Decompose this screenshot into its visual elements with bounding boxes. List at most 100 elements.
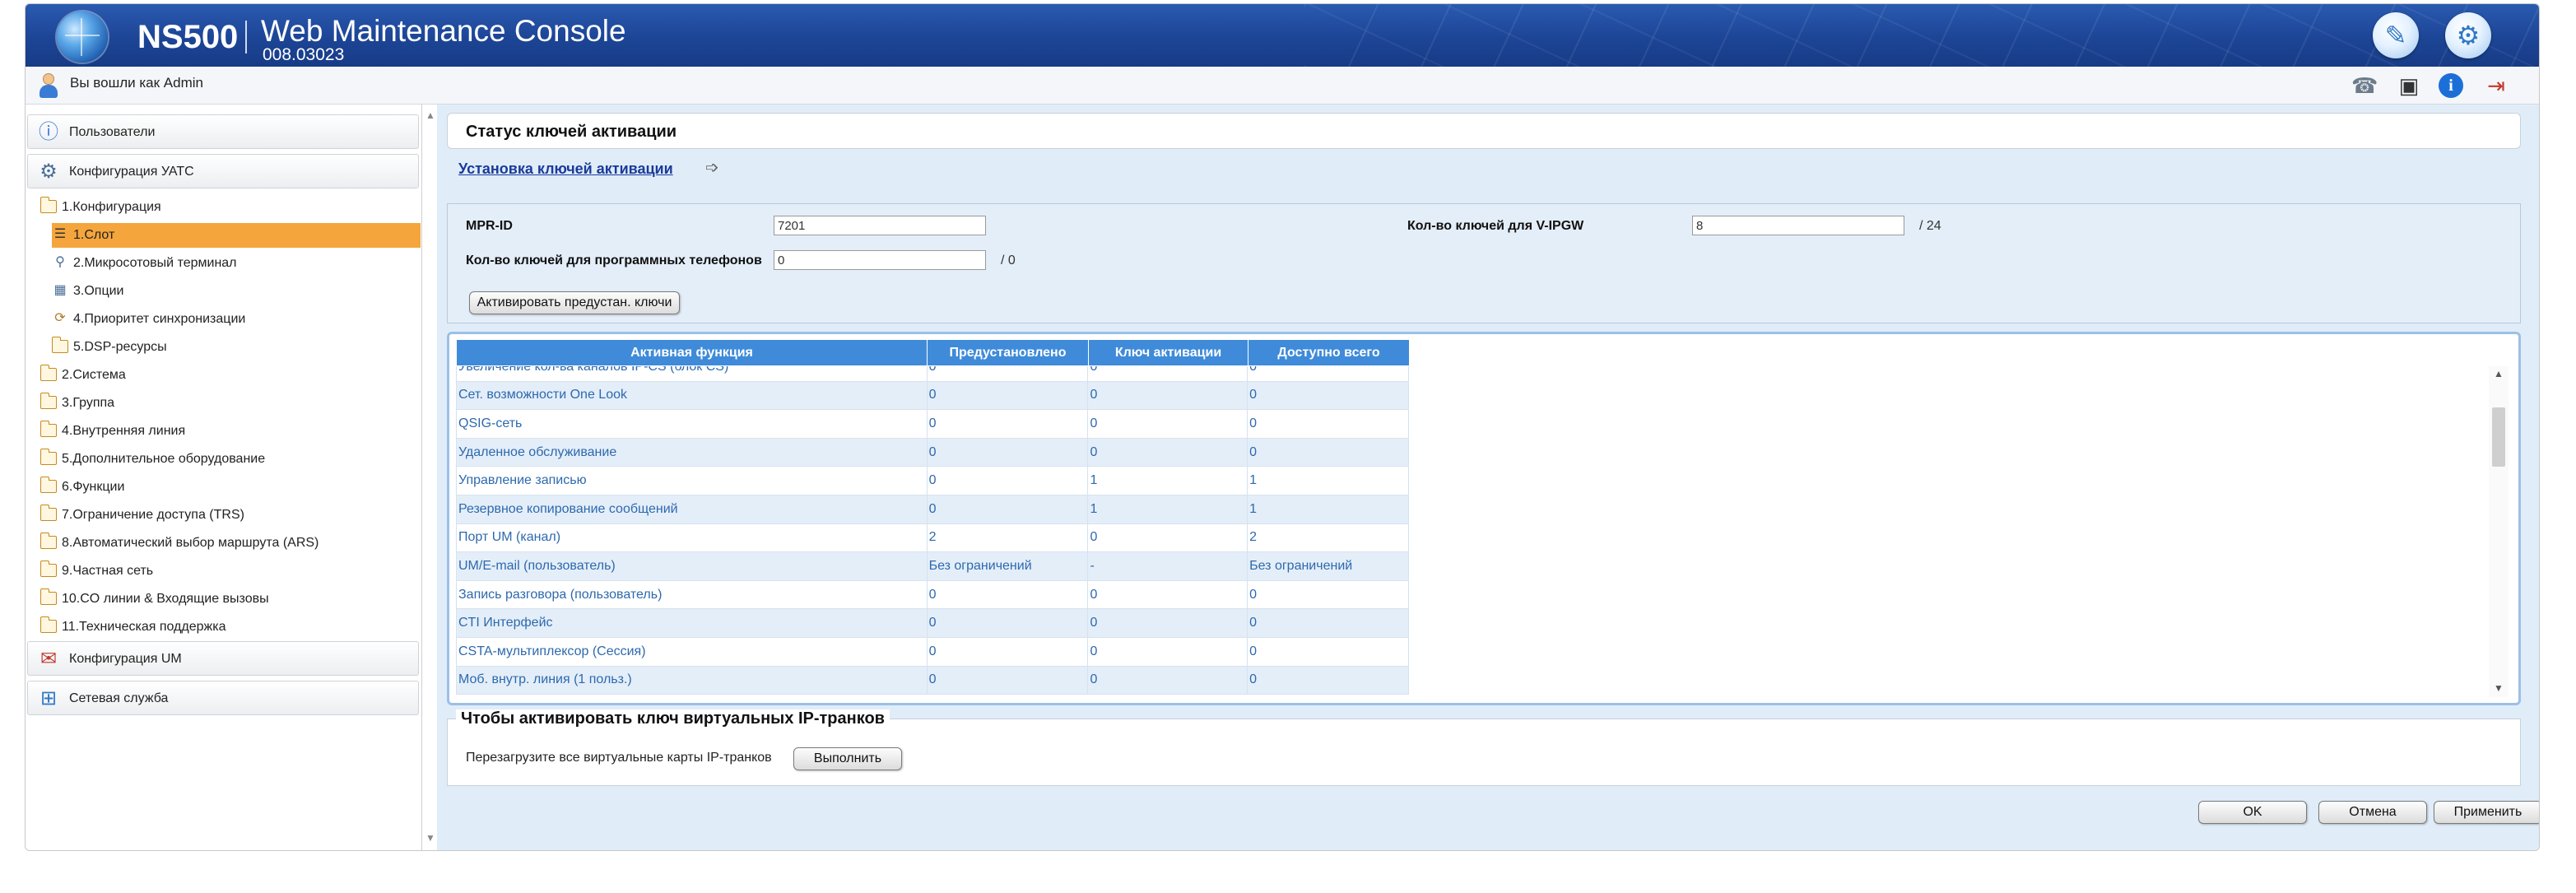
table-cell: 0 bbox=[1087, 665, 1248, 695]
table-row[interactable]: Сет. возможности One Look 0 0 0 bbox=[456, 380, 1409, 411]
folder-icon bbox=[40, 616, 57, 633]
sidebar-section-pbx-config[interactable]: ⚙ Конфигурация УАТС bbox=[27, 154, 419, 188]
tree-item-label: 4.Внутренняя линия bbox=[62, 424, 186, 438]
logout-icon[interactable]: ⇥ bbox=[2483, 72, 2509, 99]
install-keys-link[interactable]: Установка ключей активации bbox=[458, 160, 673, 178]
tree-item-system[interactable]: 2.Система bbox=[40, 363, 411, 388]
sidebar-section-users[interactable]: ⓘ Пользователи bbox=[27, 114, 419, 149]
arrow-right-icon[interactable]: ➩ bbox=[705, 157, 719, 178]
sidebar-section-label: Пользователи bbox=[69, 125, 156, 139]
cancel-button[interactable]: Отмена bbox=[2318, 801, 2427, 824]
table-cell: 0 bbox=[1087, 409, 1248, 439]
softphone-keys-field[interactable] bbox=[774, 250, 986, 270]
folder-icon bbox=[40, 421, 57, 437]
tree-item-optional-device[interactable]: 5.Дополнительное оборудование bbox=[40, 447, 411, 472]
virtual-ip-trunk-legend: Чтобы активировать ключ виртуальных IP-т… bbox=[456, 709, 890, 728]
console-title: Web Maintenance Console bbox=[261, 14, 626, 48]
phone-icon[interactable]: ☎ bbox=[2351, 72, 2378, 99]
table-row[interactable]: Удаленное обслуживание 0 0 0 bbox=[456, 437, 1409, 467]
tree-item-sync-priority[interactable]: ⟳ 4.Приоритет синхронизации bbox=[52, 307, 414, 332]
table-cell: 0 bbox=[1247, 636, 1409, 667]
table-row[interactable]: Управление записью 0 1 1 bbox=[456, 466, 1409, 495]
info-icon[interactable]: i bbox=[2439, 73, 2463, 98]
table-row[interactable]: QSIG-сеть 0 0 0 bbox=[456, 409, 1409, 439]
table-cell: 0 bbox=[1087, 636, 1248, 667]
table-row[interactable]: Запись разговора (пользователь) 0 0 0 bbox=[456, 579, 1409, 610]
tree-item-slot[interactable]: ☰ 1.Слот bbox=[52, 223, 421, 248]
tree-item-co-lines[interactable]: 10.CO линии & Входящие вызовы bbox=[40, 587, 411, 612]
scrollbar-thumb[interactable] bbox=[2492, 407, 2505, 467]
scroll-up-icon[interactable]: ▲ bbox=[2494, 368, 2504, 379]
table-cell: Удаленное обслуживание bbox=[456, 437, 928, 467]
tree-item-microcell[interactable]: ⚲ 2.Микросотовый терминал bbox=[52, 251, 414, 276]
vipgw-keys-field[interactable] bbox=[1692, 216, 1904, 235]
table-cell: 0 bbox=[926, 366, 1089, 382]
tree-item-dsp[interactable]: 5.DSP-ресурсы bbox=[52, 335, 414, 360]
column-header[interactable]: Предустановлено bbox=[927, 339, 1089, 366]
sidebar-section-um-config[interactable]: ✉ Конфигурация UM bbox=[27, 641, 419, 676]
table-cell: UM/E-mail (пользователь) bbox=[456, 551, 928, 581]
table-row[interactable]: CSTA-мультиплексор (Сессия) 0 0 0 bbox=[456, 636, 1409, 667]
sidebar-section-network[interactable]: ⊞ Сетевая служба bbox=[27, 681, 419, 715]
tools-icon[interactable]: ✎ bbox=[2373, 12, 2419, 58]
tree-item-features[interactable]: 6.Функции bbox=[40, 475, 411, 500]
table-cell: 0 bbox=[1087, 366, 1248, 382]
table-cell: 0 bbox=[1247, 380, 1409, 411]
tree-item-group[interactable]: 3.Группа bbox=[40, 391, 411, 416]
user-bar: Вы вошли как Admin ☎ ▣ i ⇥ bbox=[26, 67, 2539, 105]
table-cell: 0 bbox=[1247, 409, 1409, 439]
table-row[interactable]: CTI Интерфейс 0 0 0 bbox=[456, 608, 1409, 638]
ok-button[interactable]: OK bbox=[2198, 801, 2307, 824]
tree-item-support[interactable]: 11.Техническая поддержка bbox=[40, 615, 411, 640]
settings-gear-icon[interactable]: ⚙ bbox=[2445, 12, 2491, 58]
save-icon[interactable]: ▣ bbox=[2396, 72, 2422, 99]
logged-in-label: Вы вошли как Admin bbox=[70, 75, 203, 91]
column-header[interactable]: Доступно всего bbox=[1248, 339, 1410, 366]
tree-item-label: 6.Функции bbox=[62, 480, 125, 494]
table-cell: Сет. возможности One Look bbox=[456, 380, 928, 411]
table-row[interactable]: Порт UM (канал) 2 0 2 bbox=[456, 523, 1409, 553]
tree-item-ars[interactable]: 8.Автоматический выбор маршрута (ARS) bbox=[40, 531, 411, 556]
table-cell: CSTA-мультиплексор (Сессия) bbox=[456, 636, 928, 667]
table-row[interactable]: Увеличение кол-ва каналов IP-CS (блок CS… bbox=[456, 366, 1409, 382]
table-row[interactable]: Резервное копирование сообщений 0 1 1 bbox=[456, 494, 1409, 524]
tree-item-label: 7.Ограничение доступа (TRS) bbox=[62, 508, 244, 522]
um-icon: ✉ bbox=[40, 648, 58, 670]
table-cell: 0 bbox=[1087, 380, 1248, 411]
column-header[interactable]: Ключ активации bbox=[1088, 339, 1248, 366]
sidebar-scrollbar[interactable]: ▲ ▼ bbox=[424, 105, 437, 850]
activation-table-panel: Активная функция Предустановлено Ключ ак… bbox=[447, 332, 2521, 705]
scroll-down-icon[interactable]: ▼ bbox=[2494, 682, 2504, 694]
table-scrollbar[interactable]: ▲ ▼ bbox=[2489, 366, 2509, 697]
execute-button[interactable]: Выполнить bbox=[793, 747, 902, 770]
tree-item-options[interactable]: ▦ 3.Опции bbox=[52, 279, 414, 304]
table-cell: 0 bbox=[926, 466, 1089, 495]
tree-item-label: 11.Техническая поддержка bbox=[62, 620, 226, 634]
apply-button[interactable]: Применить bbox=[2434, 801, 2539, 824]
scroll-down-icon[interactable]: ▼ bbox=[425, 832, 435, 844]
slot-icon: ☰ bbox=[53, 227, 67, 241]
table-row[interactable]: Моб. внутр. линия (1 польз.) 0 0 0 bbox=[456, 665, 1409, 695]
table-cell: 0 bbox=[1247, 437, 1409, 467]
activate-preinstalled-button[interactable]: Активировать предустан. ключи bbox=[469, 291, 680, 314]
tree-item-configuration[interactable]: 1.Конфигурация bbox=[40, 195, 411, 220]
table-cell: QSIG-сеть bbox=[456, 409, 928, 439]
header-decoration bbox=[1304, 4, 2539, 67]
sidebar-section-label: Конфигурация UM bbox=[69, 652, 182, 666]
page-title: Статус ключей активации bbox=[466, 123, 677, 141]
mpr-id-field[interactable] bbox=[774, 216, 986, 235]
table-cell: Без ограничений bbox=[1247, 551, 1409, 581]
tree-item-label: 5.Дополнительное оборудование bbox=[62, 452, 266, 466]
tree-item-extension[interactable]: 4.Внутренняя линия bbox=[40, 419, 411, 444]
folder-icon bbox=[40, 560, 57, 577]
tree-item-private-network[interactable]: 9.Частная сеть bbox=[40, 559, 411, 584]
table-cell: 0 bbox=[926, 579, 1089, 610]
table-cell: 0 bbox=[926, 437, 1089, 467]
column-header[interactable]: Активная функция bbox=[456, 339, 928, 366]
table-row[interactable]: UM/E-mail (пользователь) Без ограничений -… bbox=[456, 551, 1409, 581]
table-cell: 0 bbox=[1087, 523, 1248, 553]
tree-item-trs[interactable]: 7.Ограничение доступа (TRS) bbox=[40, 503, 411, 528]
model-name: NS500 bbox=[137, 19, 239, 55]
table-cell: - bbox=[1087, 551, 1248, 581]
scroll-up-icon[interactable]: ▲ bbox=[425, 109, 435, 121]
